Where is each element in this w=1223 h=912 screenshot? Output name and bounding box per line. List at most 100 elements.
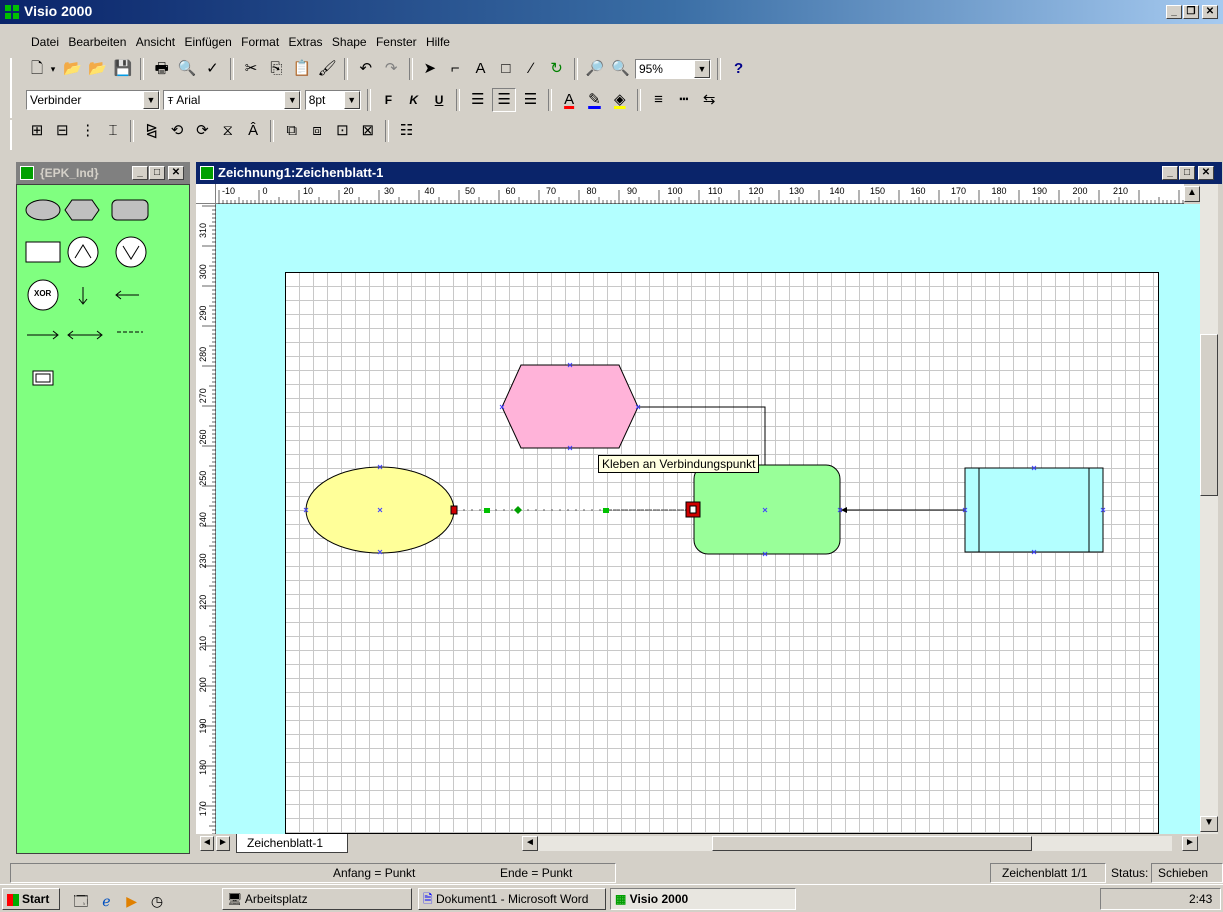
align-shapes-icon[interactable]: ⊟ bbox=[51, 120, 73, 142]
layout-shapes-icon[interactable]: ⊞ bbox=[26, 120, 48, 142]
rectangle-shape[interactable] bbox=[964, 467, 1104, 553]
bold-button[interactable]: F bbox=[377, 89, 399, 111]
italic-button[interactable]: K bbox=[403, 89, 425, 111]
spelling-icon[interactable]: ✓ bbox=[201, 58, 223, 80]
menu-extras[interactable]: Extras bbox=[286, 30, 326, 54]
task-word[interactable]: 🗎 Dokument1 - Microsoft Word bbox=[418, 888, 606, 910]
rotate-text-icon[interactable]: Â bbox=[242, 120, 264, 142]
menu-fenster[interactable]: Fenster bbox=[373, 30, 420, 54]
arrow-down-icon[interactable] bbox=[78, 287, 88, 305]
save-icon[interactable]: 💾 bbox=[112, 58, 134, 80]
cut-icon[interactable]: ✂ bbox=[240, 58, 262, 80]
stencil-restore-button[interactable]: □ bbox=[149, 166, 165, 180]
line-pattern-icon[interactable]: ┅ bbox=[673, 89, 695, 111]
page-prev-button[interactable]: ◄ bbox=[200, 836, 214, 851]
rounded-rect-shape-icon[interactable] bbox=[111, 199, 149, 221]
scroll-up-button[interactable]: ▲ bbox=[1184, 186, 1200, 202]
format-painter-icon[interactable]: 🖌 bbox=[316, 58, 338, 80]
hscroll-thumb[interactable] bbox=[712, 836, 1032, 851]
align-left-icon[interactable]: ☰ bbox=[467, 89, 489, 111]
menu-hilfe[interactable]: Hilfe bbox=[423, 30, 453, 54]
hexagon-shape[interactable] bbox=[501, 364, 639, 449]
help-icon[interactable]: ? bbox=[728, 58, 750, 80]
menu-einfuegen[interactable]: Einfügen bbox=[181, 30, 234, 54]
hexagon-shape-icon[interactable] bbox=[64, 199, 100, 221]
arrow-both-icon[interactable] bbox=[67, 330, 103, 340]
minimize-button[interactable]: _ bbox=[1166, 5, 1182, 19]
clock-app-icon[interactable]: ◷ bbox=[146, 890, 168, 912]
or-connector-icon[interactable] bbox=[115, 236, 147, 268]
rotate-left-icon[interactable]: ⟲ bbox=[166, 120, 188, 142]
start-button[interactable]: Start bbox=[2, 888, 60, 910]
properties-icon[interactable]: ☷ bbox=[396, 120, 418, 142]
font-select[interactable]: Ŧ Arial ▼ bbox=[163, 90, 302, 110]
connect-shapes-icon[interactable]: ⌶ bbox=[102, 120, 124, 142]
task-arbeitsplatz[interactable]: 🖥 Arbeitsplatz bbox=[222, 888, 412, 910]
send-back-icon[interactable]: ⧈ bbox=[306, 120, 328, 142]
zoom-select[interactable]: 95% ▼ bbox=[634, 59, 711, 79]
font-size-select[interactable]: 8pt ▼ bbox=[304, 90, 361, 110]
line-tool-icon[interactable]: ∕ bbox=[520, 58, 542, 80]
arrow-left-icon[interactable] bbox=[115, 290, 139, 300]
pointer-icon[interactable]: ➤ bbox=[419, 58, 441, 80]
stencil-close-button[interactable]: ✕ bbox=[168, 166, 184, 180]
menu-bearbeiten[interactable]: Bearbeiten bbox=[65, 30, 129, 54]
rotate-right-icon[interactable]: ⟳ bbox=[191, 120, 213, 142]
new-icon[interactable]: 🗋 bbox=[26, 58, 48, 80]
rotate-icon[interactable]: ↻ bbox=[546, 58, 568, 80]
rectangle-shape-icon[interactable] bbox=[25, 241, 61, 263]
align-right-icon[interactable]: ☰ bbox=[519, 89, 541, 111]
doc-restore-button[interactable]: □ bbox=[1179, 166, 1195, 180]
task-visio[interactable]: ▦ Visio 2000 bbox=[610, 888, 796, 910]
font-color-icon[interactable]: A bbox=[558, 89, 580, 111]
menu-ansicht[interactable]: Ansicht bbox=[133, 30, 178, 54]
doc-minimize-button[interactable]: _ bbox=[1162, 166, 1178, 180]
hscroll-left-button[interactable]: ◄ bbox=[522, 836, 538, 851]
chevron-down-icon[interactable]: ▼ bbox=[143, 91, 159, 109]
align-center-icon[interactable]: ☰ bbox=[492, 88, 517, 112]
vertical-scrollbar[interactable]: ▼ bbox=[1200, 184, 1218, 834]
open-icon[interactable]: 📂 bbox=[61, 58, 83, 80]
undo-icon[interactable]: ↶ bbox=[355, 58, 377, 80]
chevron-down-icon[interactable]: ▼ bbox=[343, 91, 360, 109]
scrollbar-thumb[interactable] bbox=[1200, 334, 1218, 496]
menu-shape[interactable]: Shape bbox=[329, 30, 370, 54]
print-preview-icon[interactable]: 🔍 bbox=[176, 58, 198, 80]
frame-shape-icon[interactable] bbox=[32, 370, 54, 386]
and-connector-icon[interactable] bbox=[67, 236, 99, 268]
fill-color-icon[interactable]: ◈ bbox=[609, 89, 631, 111]
bring-front-icon[interactable]: ⧉ bbox=[281, 120, 303, 142]
paste-icon[interactable]: 📋 bbox=[291, 58, 313, 80]
line-weight-icon[interactable]: ≡ bbox=[648, 89, 670, 111]
stencil-minimize-button[interactable]: _ bbox=[132, 166, 148, 180]
zoom-in-icon[interactable]: 🔍 bbox=[610, 58, 632, 80]
zoom-out-icon[interactable]: 🔎 bbox=[584, 58, 606, 80]
close-button[interactable]: ✕ bbox=[1202, 5, 1218, 19]
hscroll-right-button[interactable]: ► bbox=[1182, 836, 1198, 851]
text-tool-icon[interactable]: A bbox=[470, 58, 492, 80]
scroll-down-button[interactable]: ▼ bbox=[1200, 816, 1218, 832]
chevron-down-icon[interactable]: ▼ bbox=[284, 91, 301, 109]
copy-icon[interactable]: ⎘ bbox=[265, 58, 287, 80]
distribute-icon[interactable]: ⋮ bbox=[77, 120, 99, 142]
line-color-icon[interactable]: ✎ bbox=[583, 89, 605, 111]
redo-icon[interactable]: ↷ bbox=[380, 58, 402, 80]
media-player-icon[interactable]: ▶ bbox=[121, 890, 143, 912]
flip-horizontal-icon[interactable]: ⧎ bbox=[141, 120, 163, 142]
rectangle-tool-icon[interactable]: □ bbox=[495, 58, 517, 80]
page-next-button[interactable]: ► bbox=[216, 836, 230, 851]
menu-format[interactable]: Format bbox=[238, 30, 282, 54]
connector-icon[interactable]: ⌐ bbox=[444, 58, 466, 80]
underline-button[interactable]: U bbox=[428, 89, 450, 111]
browser-icon[interactable]: ℯ bbox=[95, 890, 117, 912]
arrow-right-icon[interactable] bbox=[27, 330, 59, 340]
restore-button[interactable]: ❐ bbox=[1183, 5, 1199, 19]
rounded-rect-shape[interactable] bbox=[693, 464, 841, 555]
doc-close-button[interactable]: ✕ bbox=[1198, 166, 1214, 180]
ellipse-shape-icon[interactable] bbox=[25, 199, 61, 221]
open-stencil-icon[interactable]: 📂 bbox=[87, 58, 109, 80]
group-icon[interactable]: ⊡ bbox=[331, 120, 353, 142]
print-icon[interactable]: 🖶 bbox=[151, 58, 173, 80]
style-select[interactable]: Verbinder ▼ bbox=[26, 90, 160, 110]
dropdown-icon[interactable]: ▾ bbox=[48, 58, 58, 80]
